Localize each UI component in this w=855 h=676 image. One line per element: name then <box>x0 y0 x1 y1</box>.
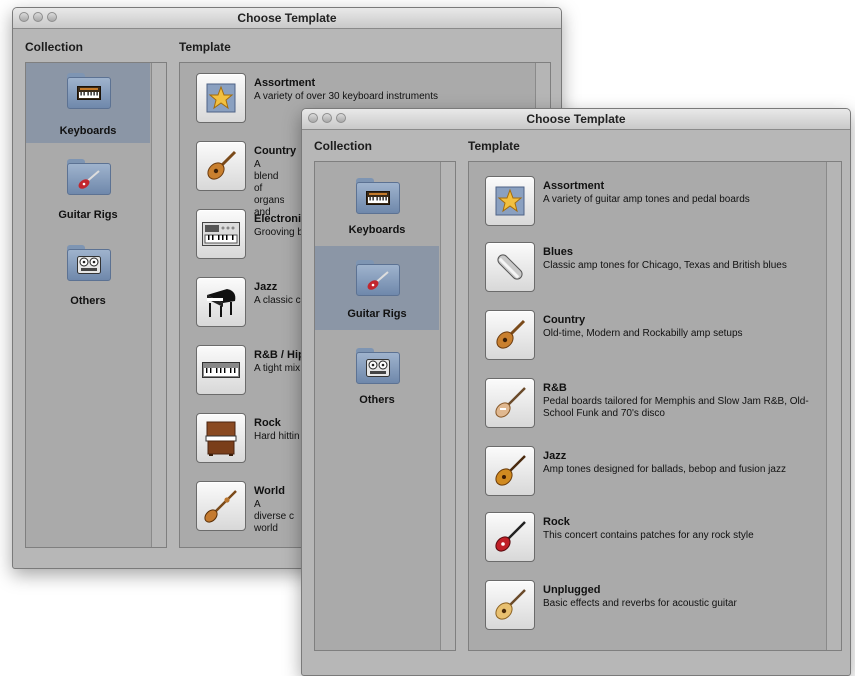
collection-header: Collection <box>314 139 373 153</box>
synthesizer-icon <box>196 209 246 259</box>
template-name: Blues <box>543 246 573 258</box>
template-name: Country <box>254 145 297 157</box>
template-description: Old-time, Modern and Rockabilly amp setu… <box>543 328 743 339</box>
template-description: Grooving b <box>254 227 303 238</box>
tape-deck-icon <box>77 256 101 274</box>
folder-icon <box>356 348 400 384</box>
minimize-button[interactable] <box>33 12 43 22</box>
template-description: Amp tones designed for ballads, bebop an… <box>543 464 786 475</box>
electric-guitar-icon <box>485 512 535 562</box>
template-name: World <box>254 485 285 497</box>
collection-item-guitar-rigs[interactable]: Guitar Rigs <box>315 246 439 330</box>
keyboard-icon <box>366 189 390 207</box>
template-header: Template <box>468 139 520 153</box>
folder-icon <box>67 245 111 281</box>
template-scrollbar[interactable] <box>826 162 841 650</box>
template-description: A classic c <box>254 295 301 306</box>
template-description: A tight mix <box>254 363 301 374</box>
template-description: Pedal boards tailored for Memphis and Sl… <box>543 396 809 419</box>
template-header: Template <box>179 40 231 54</box>
collection-list: Keyboards Guitar Rigs Others <box>314 161 456 651</box>
template-item-rock[interactable]: Rock This concert contains patches for a… <box>469 512 841 578</box>
template-item-assortment[interactable]: Assortment A variety of guitar amp tones… <box>469 176 841 242</box>
guitar-icon <box>77 170 101 189</box>
title-bar[interactable]: Choose Template <box>13 8 561 29</box>
collection-item-keyboards[interactable]: Keyboards <box>315 162 439 242</box>
collection-list: Keyboards Guitar Rigs Others <box>25 62 167 548</box>
slide-icon <box>485 242 535 292</box>
guitar-icon <box>366 271 390 290</box>
template-name: Jazz <box>543 450 567 462</box>
template-list: Assortment A variety of guitar amp tones… <box>468 161 842 651</box>
template-name: Unplugged <box>543 584 601 596</box>
template-description: A variety of over 30 keyboard instrument… <box>254 91 438 102</box>
template-name: R&B / Hip <box>254 349 305 361</box>
template-item-country[interactable]: Country Old-time, Modern and Rockabilly … <box>469 310 841 376</box>
collection-item-others[interactable]: Others <box>26 239 150 319</box>
zoom-button[interactable] <box>47 12 57 22</box>
collection-item-guitar-rigs[interactable]: Guitar Rigs <box>26 151 150 231</box>
star-icon <box>485 176 535 226</box>
template-description: This concert contains patches for any ro… <box>543 530 754 541</box>
collection-label: Keyboards <box>348 224 406 236</box>
template-description: Hard hittin <box>254 431 300 442</box>
keyboard-icon <box>196 345 246 395</box>
template-name: R&B <box>543 382 567 394</box>
sitar-icon <box>196 481 246 531</box>
template-name: Country <box>543 314 586 326</box>
close-button[interactable] <box>308 113 318 123</box>
mandolin-icon <box>485 310 535 360</box>
title-bar[interactable]: Choose Template <box>302 109 850 130</box>
window-title: Choose Template <box>237 11 337 25</box>
collection-label: Others <box>70 295 106 307</box>
template-item-blues[interactable]: Blues Classic amp tones for Chicago, Tex… <box>469 242 841 308</box>
folder-icon <box>67 73 111 109</box>
folder-icon <box>356 260 400 296</box>
collection-label: Guitar Rigs <box>58 209 118 221</box>
folder-icon <box>356 178 400 214</box>
collection-label: Guitar Rigs <box>347 308 407 320</box>
close-button[interactable] <box>19 12 29 22</box>
collection-scrollbar[interactable] <box>151 63 166 547</box>
collection-label: Keyboards <box>59 125 117 137</box>
folder-icon <box>67 159 111 195</box>
template-item-jazz[interactable]: Jazz Amp tones designed for ballads, beb… <box>469 446 841 512</box>
collection-label: Others <box>359 394 395 406</box>
keyboard-icon <box>77 84 101 102</box>
template-description: A diverse c world <box>254 499 295 534</box>
template-item-rnb[interactable]: R&B Pedal boards tailored for Memphis an… <box>469 378 841 444</box>
organ-icon <box>196 413 246 463</box>
collection-header: Collection <box>25 40 84 54</box>
window-title: Choose Template <box>526 112 626 126</box>
template-name: Electronic <box>254 213 308 225</box>
collection-scrollbar[interactable] <box>440 162 455 650</box>
jazz-guitar-icon <box>485 446 535 496</box>
template-item-unplugged[interactable]: Unplugged Basic effects and reverbs for … <box>469 580 841 646</box>
template-description: A variety of guitar amp tones and pedal … <box>543 194 750 205</box>
collection-item-keyboards[interactable]: Keyboards <box>26 63 150 143</box>
template-name: Rock <box>254 417 281 429</box>
bass-guitar-icon <box>485 378 535 428</box>
template-description: Basic effects and reverbs for acoustic g… <box>543 598 737 609</box>
star-icon <box>196 73 246 123</box>
acoustic-guitar-icon <box>485 580 535 630</box>
template-description: Classic amp tones for Chicago, Texas and… <box>543 260 787 271</box>
tape-deck-icon <box>366 359 390 377</box>
template-name: Jazz <box>254 281 278 293</box>
collection-item-others[interactable]: Others <box>315 338 439 418</box>
template-name: Assortment <box>254 77 316 89</box>
minimize-button[interactable] <box>322 113 332 123</box>
template-name: Rock <box>543 516 570 528</box>
zoom-button[interactable] <box>336 113 346 123</box>
front-window: Choose Template Collection Template Keyb… <box>301 108 851 676</box>
mandolin-icon <box>196 141 246 191</box>
grand-piano-icon <box>196 277 246 327</box>
template-name: Assortment <box>543 180 605 192</box>
